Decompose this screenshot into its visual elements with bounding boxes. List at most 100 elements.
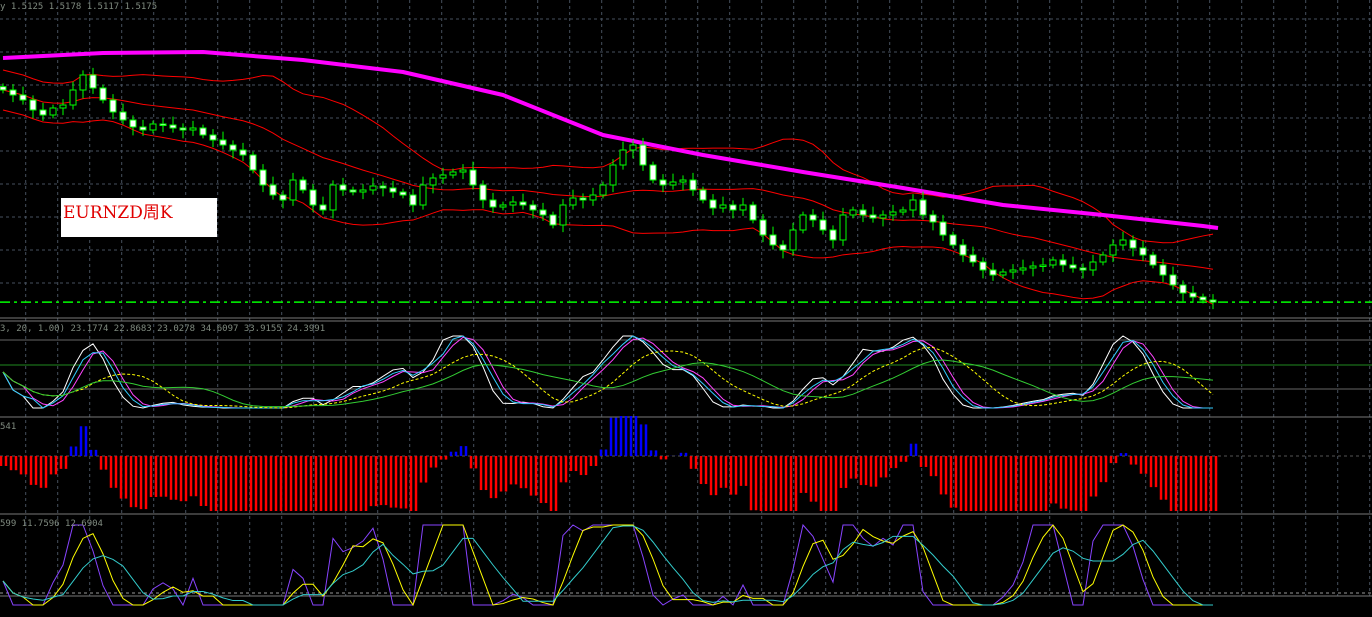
candle-body	[1109, 244, 1117, 256]
candle-body	[219, 139, 227, 146]
osc-yellow-line	[2, 346, 1214, 409]
candle-body	[189, 127, 197, 131]
candle-body	[929, 214, 937, 223]
candle-body	[309, 189, 317, 206]
candle-body	[289, 179, 297, 201]
candle-body	[759, 219, 767, 236]
candle-body	[999, 271, 1007, 276]
candle-body	[69, 89, 77, 106]
candle-body	[429, 177, 437, 186]
candle-body	[39, 109, 47, 116]
candle-body	[169, 124, 177, 129]
candle-body	[819, 219, 827, 231]
candle-body	[899, 209, 907, 213]
main-header: y 1.5125 1.5178 1.5117 1.5175	[0, 2, 158, 12]
candle-body	[689, 179, 697, 191]
candle-body	[359, 189, 367, 193]
candle-body	[229, 144, 237, 151]
candle-body	[499, 204, 507, 208]
candle-body	[59, 104, 67, 109]
candle-body	[889, 211, 897, 216]
candle-body	[1019, 267, 1027, 271]
candle-body	[329, 184, 337, 211]
candle-body	[209, 134, 217, 141]
candle-body	[99, 87, 107, 101]
candle-body	[629, 144, 637, 151]
candle-body	[729, 204, 737, 211]
candle-body	[9, 89, 17, 96]
candle-body	[1119, 239, 1127, 246]
candle-body	[1039, 264, 1047, 267]
candle-body	[869, 214, 877, 219]
histogram-panel	[0, 416, 1218, 511]
candle-body	[49, 107, 57, 116]
candle-body	[719, 204, 727, 209]
candle-body	[769, 234, 777, 246]
candle-body	[389, 187, 397, 193]
candle-body	[0, 86, 7, 91]
candle-body	[839, 214, 847, 241]
candle-body	[639, 144, 647, 166]
candle-body	[909, 199, 917, 211]
candle-body	[609, 164, 617, 186]
candle-body	[299, 179, 307, 191]
osc-signal-line	[2, 336, 1213, 409]
candle-body	[599, 184, 607, 196]
candle-body	[1089, 261, 1097, 271]
candle-body	[1069, 264, 1077, 269]
candle-body	[879, 214, 887, 219]
candle-body	[979, 261, 987, 271]
candle-body	[269, 184, 277, 196]
candle-body	[379, 185, 387, 189]
candle-body	[849, 209, 857, 216]
candle-body	[29, 99, 37, 111]
candle-body	[369, 185, 377, 191]
histogram-header: 541	[0, 422, 17, 432]
candle-body	[409, 194, 417, 206]
candle-body	[699, 189, 707, 201]
osc-main-line	[2, 335, 1213, 409]
symbol-label: EURNZD周K	[61, 198, 217, 237]
candle-body	[569, 197, 577, 206]
bollinger-bands	[2, 69, 1214, 305]
candle-body	[749, 204, 757, 221]
candle-body	[989, 269, 997, 276]
candle-body	[1179, 284, 1187, 294]
candle-body	[709, 199, 717, 209]
osc-green-line	[2, 359, 1214, 408]
candlesticks	[0, 67, 1217, 310]
candle-body	[1079, 267, 1087, 271]
candle-body	[509, 201, 517, 206]
candle-body	[279, 194, 287, 201]
candle-body	[539, 209, 547, 216]
osc-cyan-line	[2, 335, 1213, 409]
candle-body	[529, 204, 537, 211]
candle-body	[199, 127, 207, 136]
candle-body	[479, 184, 487, 201]
candle-body	[339, 184, 347, 191]
candle-body	[1209, 299, 1217, 303]
candle-body	[809, 214, 817, 221]
candle-body	[239, 149, 247, 156]
candle-body	[399, 191, 407, 196]
candle-body	[1139, 247, 1147, 256]
candle-body	[129, 119, 137, 128]
candle-body	[109, 99, 117, 113]
candle-body	[789, 229, 797, 251]
candle-body	[1149, 254, 1157, 266]
candle-body	[549, 214, 557, 226]
candle-body	[1059, 259, 1067, 266]
candle-body	[179, 127, 187, 131]
candle-body	[619, 149, 627, 166]
candle-body	[859, 209, 867, 216]
candle-body	[1049, 259, 1057, 266]
candle-body	[79, 74, 87, 91]
candle-body	[139, 126, 147, 131]
candle-body	[1129, 239, 1137, 249]
candle-body	[829, 229, 837, 241]
grid	[0, 0, 1372, 597]
candle-body	[679, 179, 687, 183]
candle-body	[349, 189, 357, 193]
candle-body	[449, 171, 457, 176]
candle-body	[649, 164, 657, 181]
